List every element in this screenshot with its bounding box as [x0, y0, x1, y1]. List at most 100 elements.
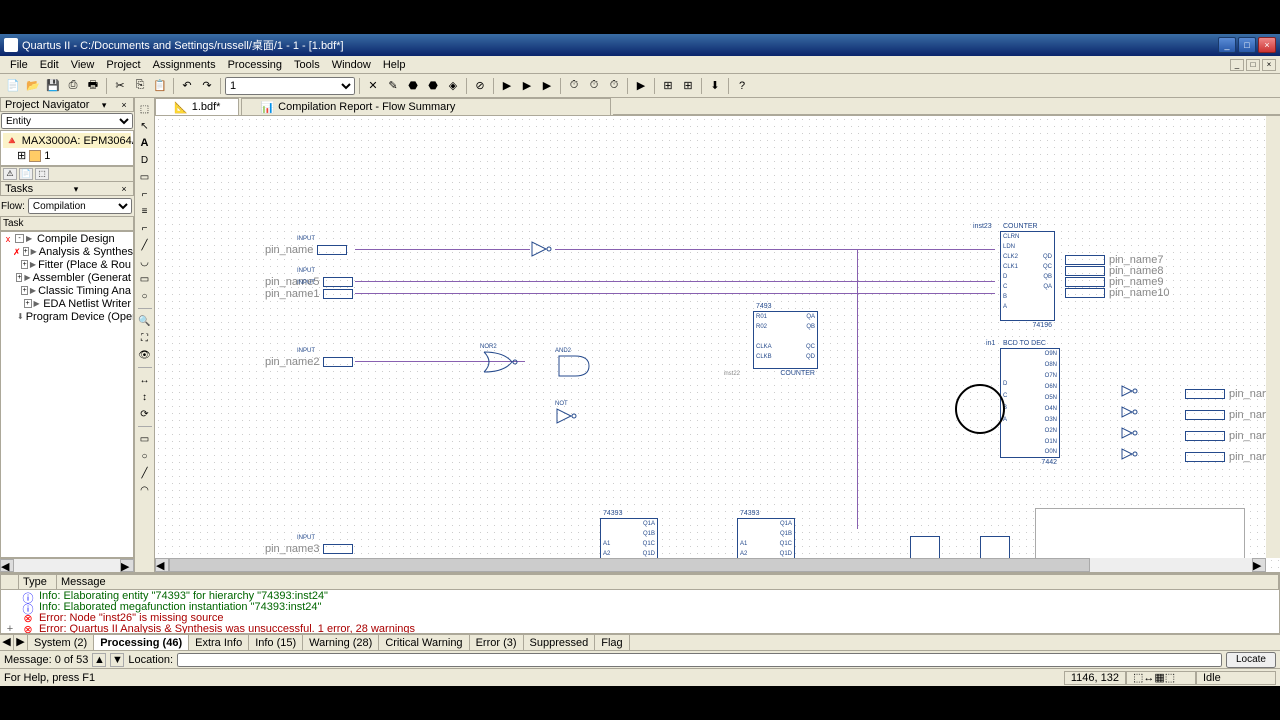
- and-gate[interactable]: AND2: [555, 348, 595, 381]
- not-gate[interactable]: [1120, 405, 1144, 422]
- task-row[interactable]: +▶Classic Timing Ana: [1, 284, 133, 297]
- input-pin[interactable]: pin_name1INPUT: [265, 288, 353, 300]
- msg-tab-next[interactable]: ▶: [14, 635, 28, 650]
- task-row[interactable]: +▶Fitter (Place & Rou: [1, 258, 133, 271]
- device-node[interactable]: 🔺MAX3000A: EPM3064A...: [3, 133, 131, 148]
- nor-gate[interactable]: NOR2: [480, 344, 520, 377]
- msg-up-button[interactable]: ▲: [92, 653, 106, 667]
- help-button[interactable]: ?: [733, 77, 751, 95]
- cut-button[interactable]: ✂: [111, 77, 129, 95]
- location-input[interactable]: [177, 653, 1222, 667]
- check-button[interactable]: ⬣: [404, 77, 422, 95]
- minimize-button[interactable]: _: [1218, 37, 1236, 53]
- block-7442[interactable]: BCD TO DEC in1 7442 D C B A O9N O8N O7N …: [1000, 348, 1060, 458]
- stop-button[interactable]: ⊘: [471, 77, 489, 95]
- message-row[interactable]: +⊗Error: Quartus II Analysis & Synthesis…: [1, 623, 1279, 634]
- tool-block-icon[interactable]: ▭: [137, 170, 153, 184]
- entity-dropdown[interactable]: Entity: [1, 113, 133, 129]
- file-node[interactable]: ⊞1: [3, 148, 131, 163]
- task-row[interactable]: +▶Assembler (Generat: [1, 271, 133, 284]
- tool-line2-icon[interactable]: ╱: [137, 466, 153, 480]
- msg-tab[interactable]: System (2): [28, 635, 94, 650]
- tool-conduit-icon[interactable]: ⌐: [137, 221, 153, 235]
- tool-flip-icon[interactable]: ↔: [137, 373, 153, 387]
- maximize-button[interactable]: □: [1238, 37, 1256, 53]
- mdi-minimize-button[interactable]: _: [1230, 59, 1244, 71]
- undo-button[interactable]: ↶: [178, 77, 196, 95]
- tool-find-icon[interactable]: 👁: [137, 348, 153, 362]
- flow-select[interactable]: Compilation: [28, 198, 132, 214]
- tool-text-icon[interactable]: A: [137, 136, 153, 150]
- tab-bdf[interactable]: 📐1.bdf*: [155, 98, 239, 115]
- msg-tab-prev[interactable]: ◀: [0, 635, 14, 650]
- tool-select-icon[interactable]: ↖: [137, 119, 153, 133]
- input-pin[interactable]: pin_name2INPUT: [265, 356, 353, 368]
- menu-assignments[interactable]: Assignments: [147, 58, 222, 72]
- not-gate[interactable]: [530, 240, 560, 261]
- task-row[interactable]: x-▶Compile Design: [1, 232, 133, 245]
- tool-ortho-icon[interactable]: ⌐: [137, 187, 153, 201]
- new-button[interactable]: 📄: [4, 77, 22, 95]
- compile2-button[interactable]: ▶: [518, 77, 536, 95]
- output-pin[interactable]: pin_name10: [1065, 287, 1170, 299]
- task-row[interactable]: +▶EDA Netlist Writer: [1, 297, 133, 310]
- msg-tab[interactable]: Critical Warning: [379, 635, 469, 650]
- tool-zoom-icon[interactable]: 🔍: [137, 314, 153, 328]
- tasks-hscroll[interactable]: ◀▶: [0, 558, 134, 572]
- not-gate[interactable]: [1120, 447, 1144, 464]
- tab-report[interactable]: 📊Compilation Report - Flow Summary: [241, 98, 611, 115]
- tool-arc-icon[interactable]: ◡: [137, 255, 153, 269]
- nav-btn-3[interactable]: ⬚: [35, 168, 49, 180]
- msg-tab[interactable]: Processing (46): [94, 635, 189, 650]
- message-row[interactable]: ⓘInfo: Elaborated megafunction instantia…: [1, 601, 1279, 612]
- msg-tab[interactable]: Extra Info: [189, 635, 249, 650]
- tasks-close-button[interactable]: ×: [119, 184, 129, 194]
- canvas-vscroll[interactable]: [1266, 116, 1280, 558]
- tool-line-icon[interactable]: ╱: [137, 238, 153, 252]
- not-gate[interactable]: [1120, 426, 1144, 443]
- redo-button[interactable]: ↷: [198, 77, 216, 95]
- entity-select[interactable]: 1: [225, 77, 355, 95]
- msg-down-button[interactable]: ▼: [110, 653, 124, 667]
- message-row[interactable]: ⊗Error: Node "inst26" is missing source: [1, 612, 1279, 623]
- chip2-button[interactable]: ⊞: [679, 77, 697, 95]
- menu-view[interactable]: View: [65, 58, 101, 72]
- nav-btn-2[interactable]: 📄: [19, 168, 33, 180]
- tool-rotate-icon[interactable]: ⟳: [137, 407, 153, 421]
- msg-tab[interactable]: Info (15): [249, 635, 303, 650]
- msg-tab[interactable]: Suppressed: [524, 635, 596, 650]
- nav-menu-button[interactable]: ▾: [99, 100, 109, 110]
- not-gate[interactable]: NOT: [555, 401, 585, 428]
- menu-window[interactable]: Window: [326, 58, 377, 72]
- msg-tab[interactable]: Warning (28): [303, 635, 379, 650]
- tool-rect2-icon[interactable]: ▭: [137, 432, 153, 446]
- prog-button[interactable]: ⬇: [706, 77, 724, 95]
- block-74393[interactable]: 74393 A1 A2 Q1A Q1B Q1C Q1D: [737, 518, 795, 562]
- print-button[interactable]: 🖶: [84, 77, 102, 95]
- input-pin[interactable]: pin_nameINPUT: [265, 244, 347, 256]
- timing-button[interactable]: ⏱: [565, 77, 583, 95]
- menu-help[interactable]: Help: [377, 58, 412, 72]
- open-button[interactable]: 📂: [24, 77, 42, 95]
- nav-close-button[interactable]: ×: [119, 100, 129, 110]
- tool-oval-icon[interactable]: ○: [137, 289, 153, 303]
- menu-project[interactable]: Project: [100, 58, 146, 72]
- nav-btn-1[interactable]: ⚠: [3, 168, 17, 180]
- check3-button[interactable]: ◈: [444, 77, 462, 95]
- tool-flipv-icon[interactable]: ↕: [137, 390, 153, 404]
- tool-fullscreen-icon[interactable]: ⛶: [137, 331, 153, 345]
- check2-button[interactable]: ⬣: [424, 77, 442, 95]
- menu-edit[interactable]: Edit: [34, 58, 65, 72]
- tool-bus-icon[interactable]: ≡: [137, 204, 153, 218]
- menu-tools[interactable]: Tools: [288, 58, 326, 72]
- settings-button[interactable]: ✕: [364, 77, 382, 95]
- chip-button[interactable]: ⊞: [659, 77, 677, 95]
- canvas-hscroll[interactable]: ◀▶: [155, 558, 1266, 572]
- saveall-button[interactable]: ⎙: [64, 77, 82, 95]
- not-gate[interactable]: [1120, 384, 1144, 401]
- tool-detach-icon[interactable]: ⬚: [137, 102, 153, 116]
- input-pin[interactable]: pin_name3INPUT: [265, 543, 353, 555]
- task-row[interactable]: ✗+▶Analysis & Synthes: [1, 245, 133, 258]
- schematic-canvas[interactable]: pin_nameINPUT pin_name5INPUT pin_name1IN…: [155, 116, 1280, 572]
- timing3-button[interactable]: ⏱: [605, 77, 623, 95]
